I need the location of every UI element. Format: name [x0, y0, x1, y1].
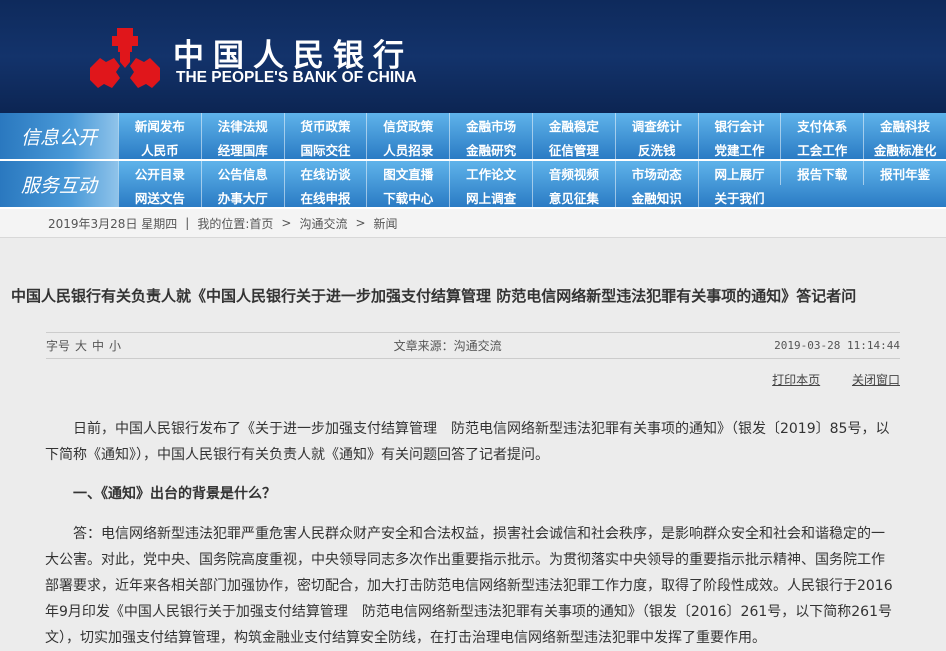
nav-item[interactable]: 经理国库 [201, 137, 284, 161]
nav-item[interactable]: 金融稳定 [532, 113, 615, 137]
article-title: 中国人民银行有关负责人就《中国人民银行关于进一步加强支付结算管理 防范电信网络新… [0, 285, 946, 306]
nav-service-interaction: 服务互动 公开目录公告信息在线访谈图文直播工作论文音频视频市场动态网上展厅报告下… [0, 161, 946, 209]
nav-item[interactable]: 工会工作 [780, 137, 863, 161]
nav-item[interactable]: 意见征集 [532, 185, 615, 209]
nav-item[interactable]: 网送文告 [118, 185, 201, 209]
article-meta: 字号大中小 文章来源：沟通交流 2019-03-28 11:14:44 [46, 332, 900, 359]
nav-item[interactable]: 网上调查 [449, 185, 532, 209]
nav-item[interactable]: 银行会计 [698, 113, 781, 137]
font-large-link[interactable]: 大 [75, 339, 87, 353]
nav-item[interactable]: 法律法规 [201, 113, 284, 137]
nav-item[interactable]: 工作论文 [449, 161, 532, 185]
breadcrumb-news[interactable]: 新闻 [374, 215, 398, 232]
nav-item[interactable]: 图文直播 [366, 161, 449, 185]
article-body: 日前，中国人民银行发布了《关于进一步加强支付结算管理 防范电信网络新型违法犯罪有… [45, 416, 897, 651]
paragraph: 日前，中国人民银行发布了《关于进一步加强支付结算管理 防范电信网络新型违法犯罪有… [45, 416, 897, 468]
nav-item[interactable]: 金融研究 [449, 137, 532, 161]
article-container: 中国人民银行有关负责人就《中国人民银行关于进一步加强支付结算管理 防范电信网络新… [0, 285, 946, 651]
nav-item[interactable]: 公告信息 [201, 161, 284, 185]
logo-english-name: THE PEOPLE'S BANK OF CHINA [176, 69, 417, 87]
nav-item[interactable]: 金融科技 [863, 113, 946, 137]
nav-item[interactable]: 在线访谈 [284, 161, 367, 185]
nav-label-service: 服务互动 [0, 161, 118, 207]
nav-item[interactable]: 人民币 [118, 137, 201, 161]
article-source: 文章来源：沟通交流 [394, 337, 502, 354]
section-heading: 一、《通知》出台的背景是什么？ [45, 481, 897, 507]
nav-item[interactable]: 下载中心 [366, 185, 449, 209]
nav-item[interactable]: 金融知识 [615, 185, 698, 209]
nav-item[interactable]: 货币政策 [284, 113, 367, 137]
nav-item[interactable]: 新闻发布 [118, 113, 201, 137]
nav-label-info: 信息公开 [0, 113, 118, 159]
nav-item[interactable]: 报刊年鉴 [863, 161, 946, 185]
nav-item[interactable]: 反洗钱 [615, 137, 698, 161]
breadcrumb-communication[interactable]: 沟通交流 [299, 215, 347, 232]
print-page-link[interactable]: 打印本页 [772, 373, 820, 387]
nav-item[interactable]: 办事大厅 [201, 185, 284, 209]
separator: | [185, 216, 189, 230]
article-datetime: 2019-03-28 11:14:44 [774, 339, 900, 352]
font-small-link[interactable]: 小 [109, 339, 121, 353]
current-date: 2019年3月28日 星期四 [48, 215, 177, 232]
breadcrumb-arrow: > [281, 216, 291, 230]
nav-item[interactable]: 调查统计 [615, 113, 698, 137]
nav-info-disclosure: 信息公开 新闻发布法律法规货币政策信贷政策金融市场金融稳定调查统计银行会计支付体… [0, 113, 946, 161]
nav-item[interactable]: 公开目录 [118, 161, 201, 185]
breadcrumb: 2019年3月28日 星期四 | 我的位置:首页 > 沟通交流 > 新闻 [0, 209, 946, 238]
location-label: 我的位置: [197, 217, 249, 231]
close-window-link[interactable]: 关闭窗口 [852, 373, 900, 387]
nav-item[interactable]: 关于我们 [698, 185, 781, 209]
nav-item[interactable]: 金融市场 [449, 113, 532, 137]
nav-item[interactable]: 支付体系 [780, 113, 863, 137]
font-medium-link[interactable]: 中 [92, 339, 104, 353]
pboc-logo-icon [90, 28, 160, 90]
nav-item[interactable]: 党建工作 [698, 137, 781, 161]
nav-item[interactable]: 国际交往 [284, 137, 367, 161]
nav-item[interactable]: 信贷政策 [366, 113, 449, 137]
breadcrumb-home[interactable]: 首页 [249, 217, 273, 231]
site-header: 中国人民银行 THE PEOPLE'S BANK OF CHINA [0, 0, 946, 113]
nav-item[interactable]: 音频视频 [532, 161, 615, 185]
nav-item[interactable]: 征信管理 [532, 137, 615, 161]
nav-item[interactable]: 人员招录 [366, 137, 449, 161]
nav-item[interactable]: 市场动态 [615, 161, 698, 185]
font-size-label: 字号 [46, 339, 70, 353]
paragraph: 答：电信网络新型违法犯罪严重危害人民群众财产安全和合法权益，损害社会诚信和社会秩… [45, 521, 897, 651]
nav-item[interactable]: 网上展厅 [698, 161, 781, 185]
breadcrumb-arrow: > [355, 216, 365, 230]
nav-item[interactable]: 报告下载 [780, 161, 863, 185]
nav-item[interactable]: 金融标准化 [863, 137, 946, 161]
nav-item[interactable]: 在线申报 [284, 185, 367, 209]
